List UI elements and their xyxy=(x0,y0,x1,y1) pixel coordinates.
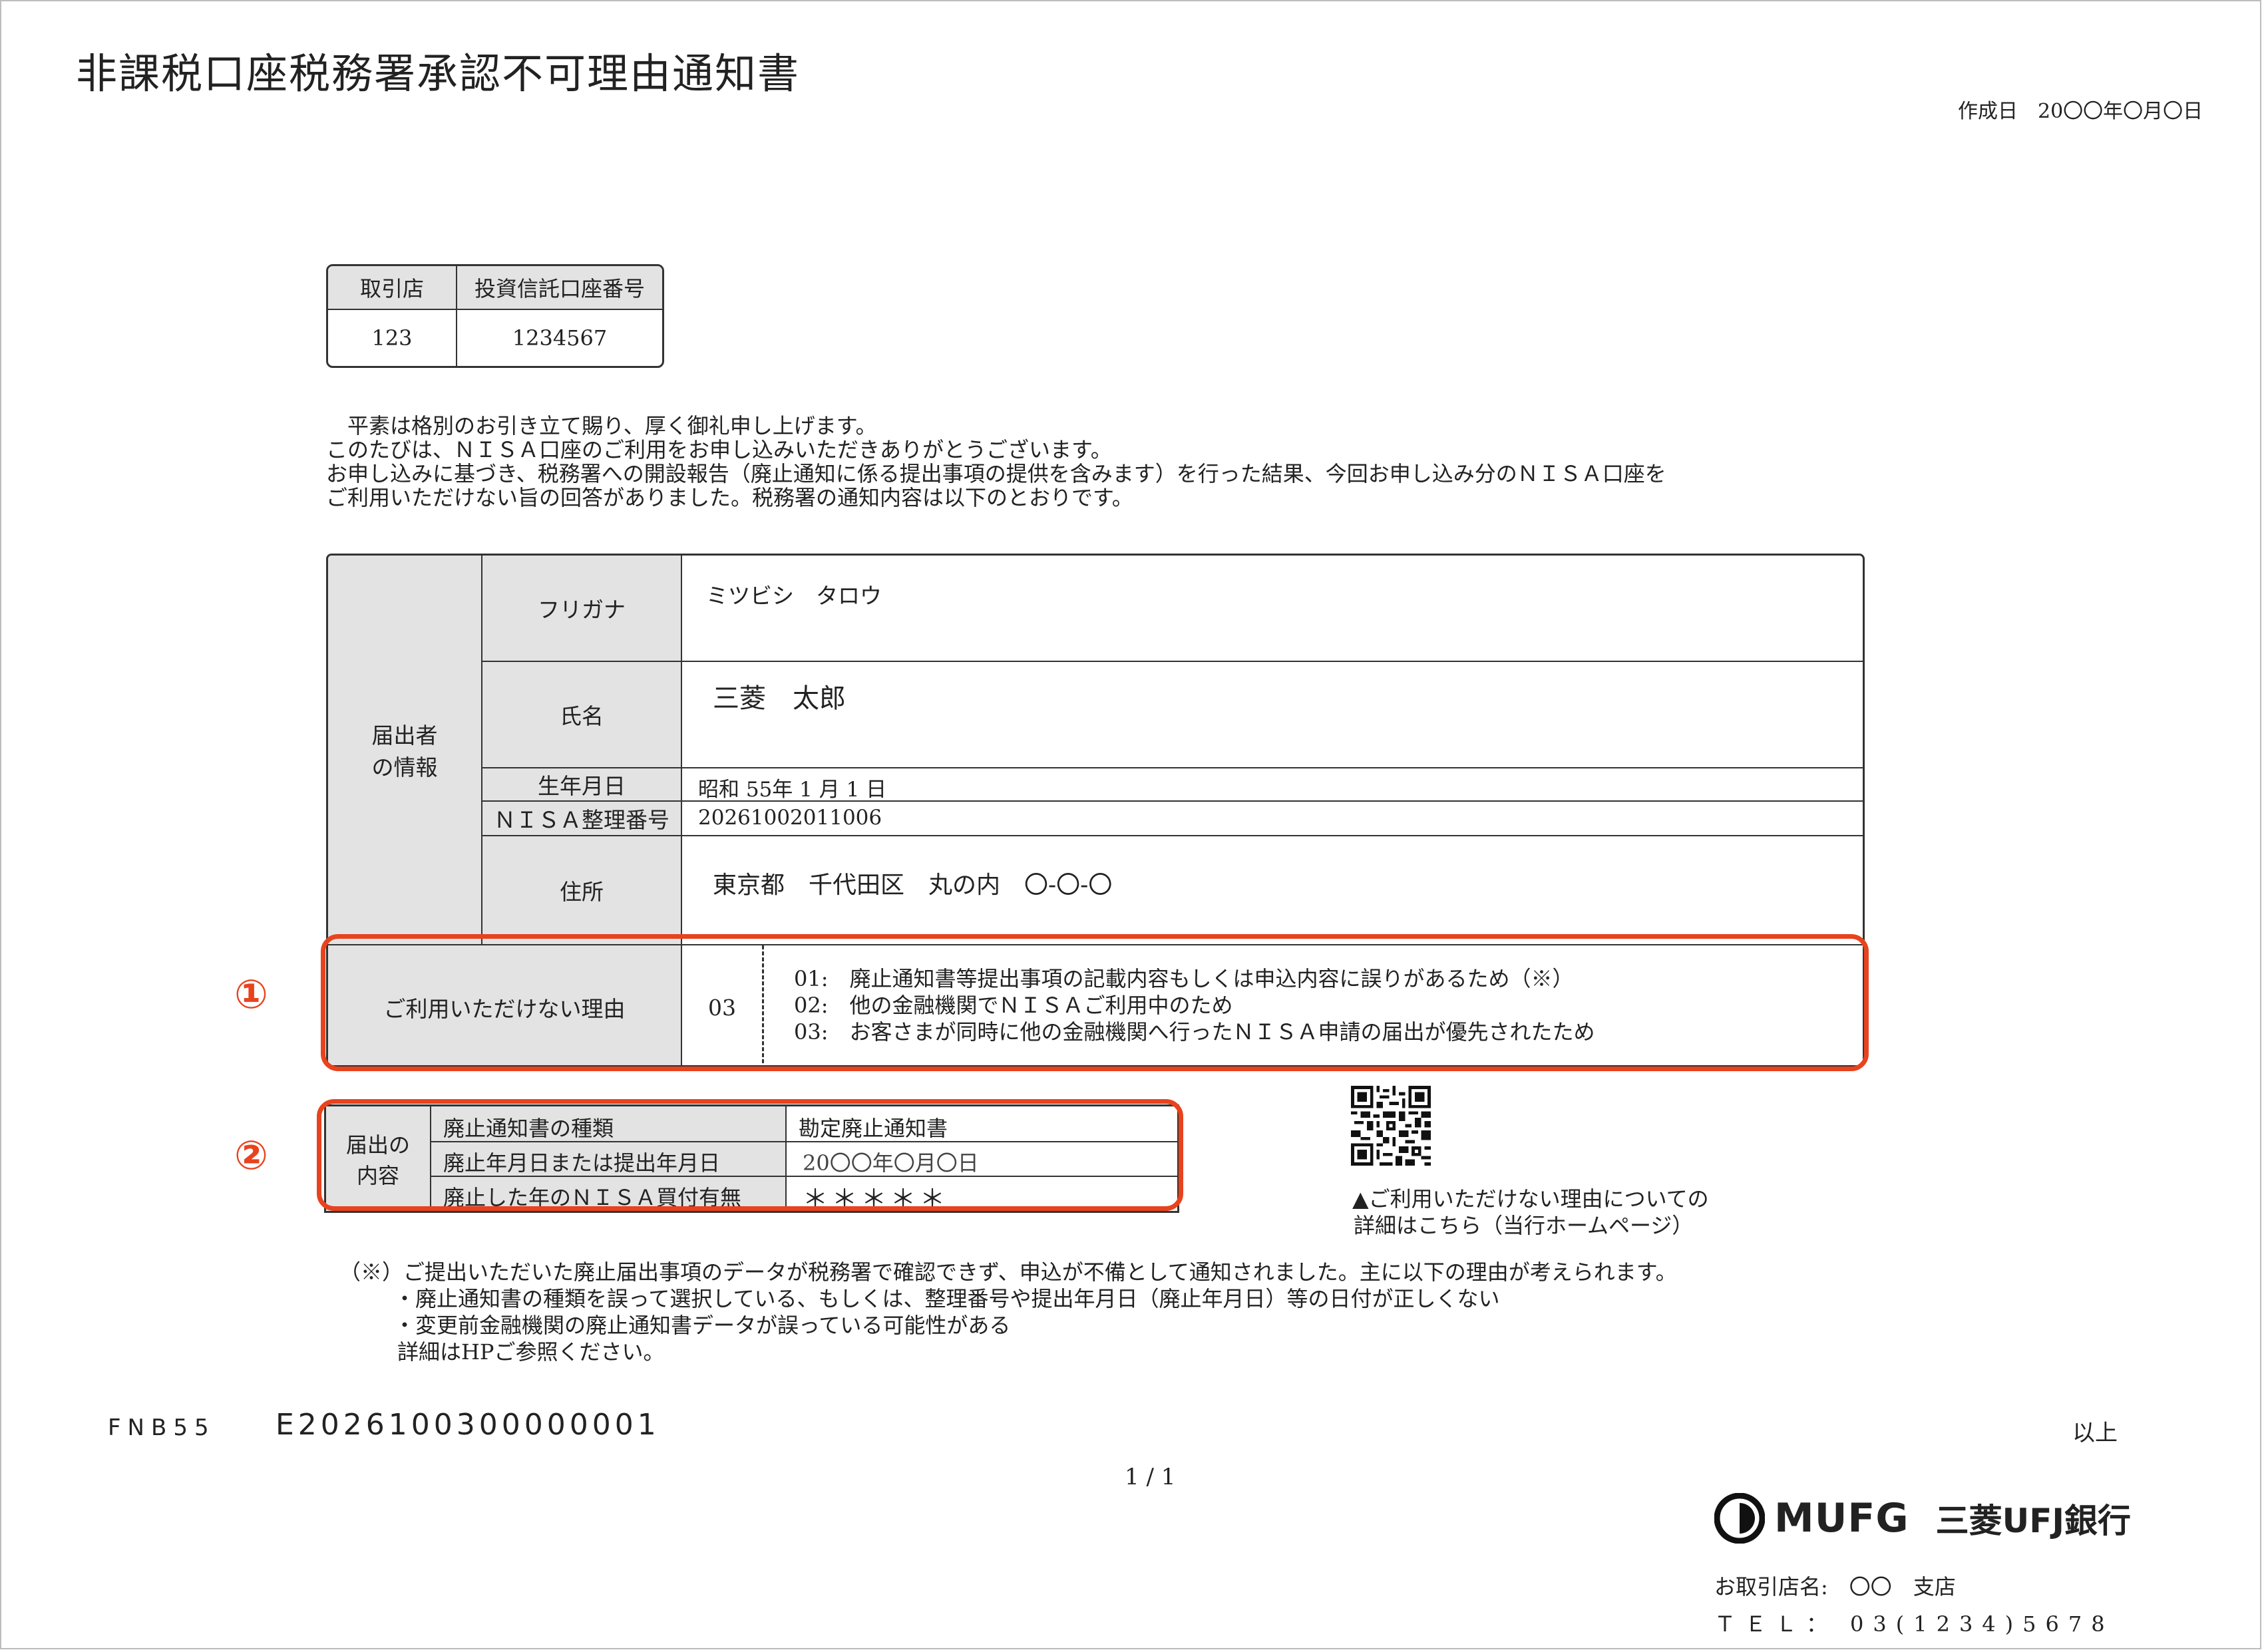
nisa-number-label: ＮＩＳＡ整理番号 xyxy=(494,807,669,833)
nisa-number-value: 20261002011006 xyxy=(698,806,882,830)
created-value: 20〇〇年〇月〇日 xyxy=(2038,100,2203,123)
created-date: 作成日 20〇〇年〇月〇日 xyxy=(1958,94,2203,124)
telephone: ＴＥＬ： 03(1234)5678 xyxy=(1714,1607,2114,1638)
branch-name: 〇〇 xyxy=(1849,1574,1892,1599)
branch-suffix: 支店 xyxy=(1913,1574,1956,1599)
qr-note-line: ▲ご利用いただけない理由についての xyxy=(1352,1186,1709,1212)
marker-1: ① xyxy=(234,971,268,1018)
birth-label: 生年月日 xyxy=(538,773,626,799)
created-label: 作成日 xyxy=(1958,100,2018,123)
address-value: 東京都 千代田区 丸の内 〇-〇-〇 xyxy=(713,872,1113,899)
mufg-symbol-icon xyxy=(1714,1493,1765,1544)
intro-line: 平素は格別のお引き立て賜り、厚く御礼申し上げます。 xyxy=(326,413,877,438)
tel-label: ＴＥＬ： xyxy=(1714,1611,1837,1637)
end-mark: 以上 xyxy=(2072,1420,2118,1446)
intro-text: 平素は格別のお引き立て賜り、厚く御礼申し上げます。 このたびは、ＮＩＳＡ口座のご… xyxy=(326,414,1666,510)
form-code: FNB55 xyxy=(108,1414,216,1441)
mufg-wordmark: MUFG xyxy=(1774,1495,1909,1542)
reason-highlight xyxy=(321,934,1869,1071)
qr-code-icon[interactable] xyxy=(1351,1086,1431,1166)
account-table: 取引店 投資信託口座番号 123 1234567 xyxy=(326,264,664,368)
birth-value: 昭和 55年 1 月 1 日 xyxy=(698,778,887,802)
bank-logo: MUFG 三菱UFJ銀行 xyxy=(1714,1492,2131,1545)
name-label: 氏名 xyxy=(560,703,604,729)
document-page: 非課税口座税務署承認不可理由通知書 作成日 20〇〇年〇月〇日 取引店 投資信託口… xyxy=(0,0,2261,1649)
intro-line: ご利用いただけない旨の回答がありました。税務署の通知内容は以下のとおりです。 xyxy=(326,485,1133,510)
marker-2: ② xyxy=(234,1132,268,1179)
furigana-label: フリガナ xyxy=(538,597,626,623)
qr-note-line: 詳細はこちら（当行ホームページ） xyxy=(1354,1213,1694,1238)
furigana-value: ミツビシ タロウ xyxy=(706,583,882,609)
tel-value: 03(1234)5678 xyxy=(1850,1611,2114,1637)
name-value: 三菱 太郎 xyxy=(713,683,846,714)
account-number-header: 投資信託口座番号 xyxy=(474,276,645,301)
bank-name: 三菱UFJ銀行 xyxy=(1935,1502,2132,1540)
branch-label: お取引店名: xyxy=(1714,1574,1828,1599)
address-label: 住所 xyxy=(560,879,604,905)
footnote-line: ・変更前金融機関の廃止通知書データが誤っている可能性がある xyxy=(394,1313,1011,1338)
branch-value: 123 xyxy=(371,325,413,351)
document-title: 非課税口座税務署承認不可理由通知書 xyxy=(76,49,801,98)
account-number-value: 1234567 xyxy=(512,325,608,351)
footnote-line: 詳細はHPご参照ください。 xyxy=(397,1339,665,1365)
document-number: E2026100300000001 xyxy=(276,1408,660,1442)
branch-info: お取引店名: 〇〇 支店 xyxy=(1714,1570,1956,1601)
applicant-group-label: 届出者 の情報 xyxy=(371,723,438,780)
branch-header: 取引店 xyxy=(359,276,424,301)
intro-line: このたびは、ＮＩＳＡ口座のご利用をお申し込みいただきありがとうございます。 xyxy=(326,437,1112,462)
intro-line: お申し込みに基づき、税務署への開設報告（廃止通知に係る提出事項の提供を含みます）… xyxy=(326,461,1666,486)
footnote: （※）ご提出いただいた廃止届出事項のデータが税務署で確認できず、申込が不備として… xyxy=(339,1259,1677,1365)
notice-highlight xyxy=(317,1099,1183,1211)
qr-note: ▲ご利用いただけない理由についての 詳細はこちら（当行ホームページ） xyxy=(1352,1186,1709,1239)
footnote-line: ・廃止通知書の種類を誤って選択している、もしくは、整理番号や提出年月日（廃止年月… xyxy=(394,1286,1500,1311)
footnote-line: （※）ご提出いただいた廃止届出事項のデータが税務署で確認できず、申込が不備として… xyxy=(339,1259,1677,1285)
page-number: 1 / 1 xyxy=(1125,1464,1176,1490)
